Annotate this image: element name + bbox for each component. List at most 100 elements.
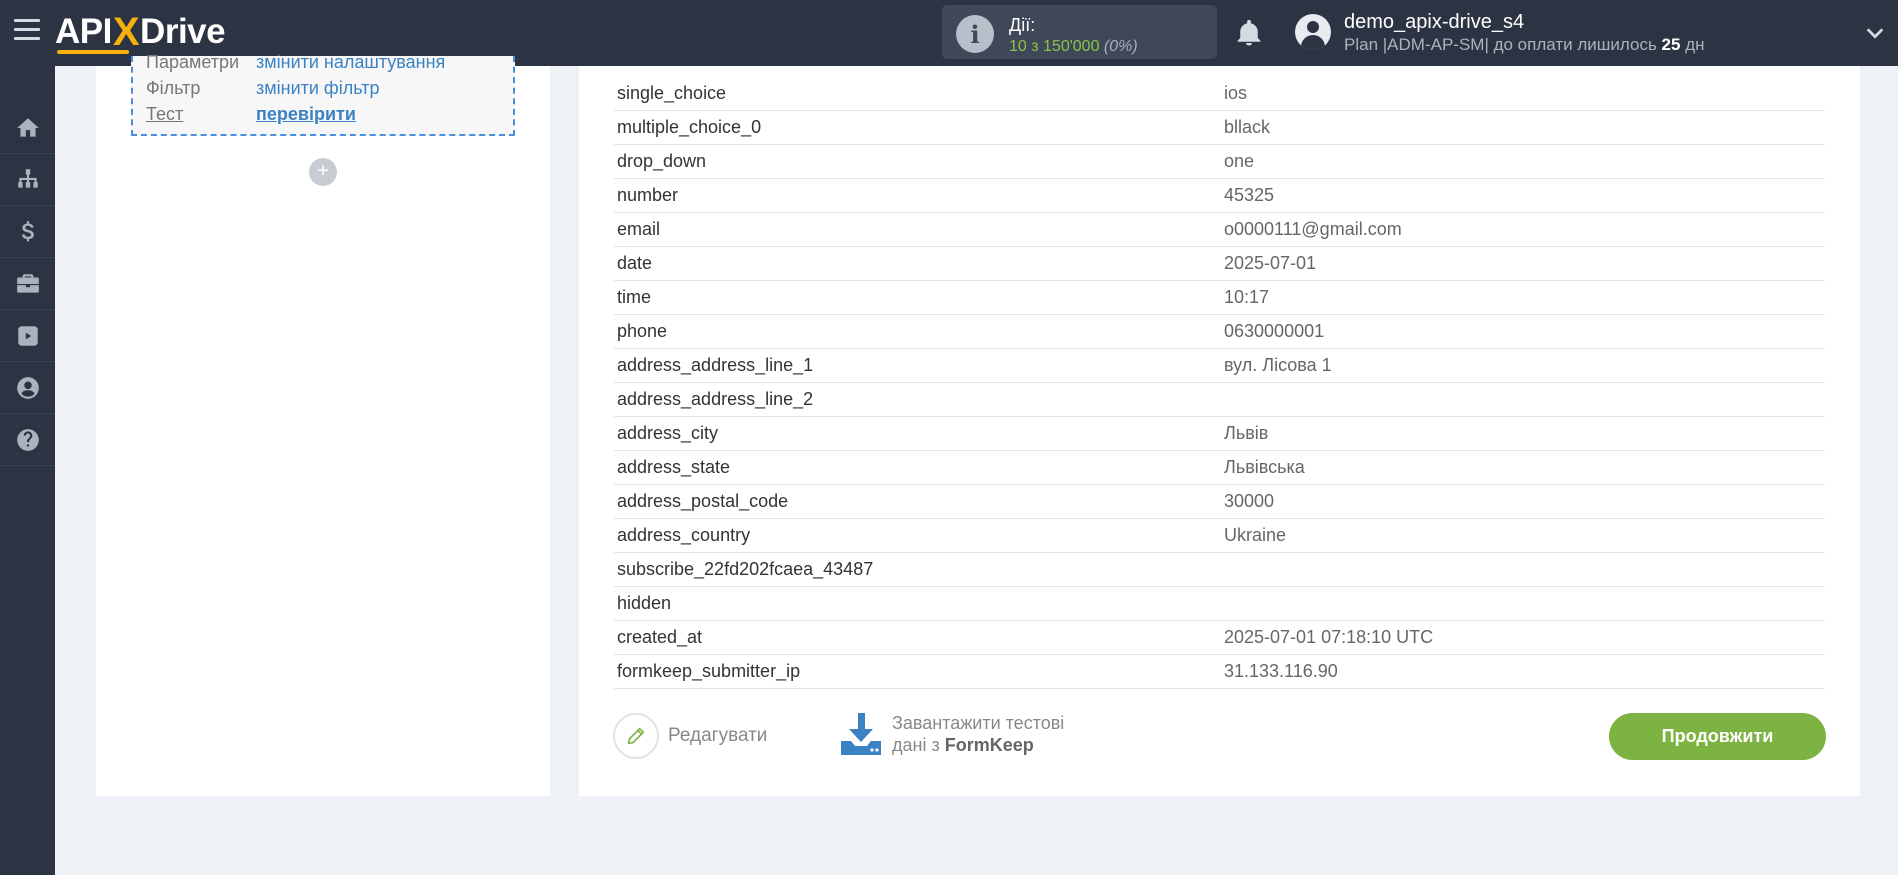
dollar-icon: [21, 220, 34, 241]
field-value: bllack: [1224, 117, 1271, 137]
actions-count: 10 з 150'000 (0%): [1009, 38, 1138, 56]
actions-count-value: 10 з 150'000: [1009, 38, 1100, 55]
field-name: phone: [617, 321, 668, 341]
field-value: 45325: [1224, 185, 1275, 205]
user-plan: Plan |ADM-AP-SM| до оплати лишилось 25 д…: [1344, 35, 1705, 55]
download-icon: [841, 713, 881, 755]
sitemap-icon: [17, 168, 38, 188]
sidebar-item-billing[interactable]: [0, 206, 55, 258]
info-icon: i: [956, 15, 994, 53]
avatar[interactable]: [1295, 14, 1331, 50]
plan-days: 25: [1661, 35, 1681, 54]
field-name: number: [617, 185, 679, 205]
field-name: subscribe_22fd202fcaea_43487: [617, 559, 874, 579]
test-label: Тест: [146, 104, 184, 124]
table-row: address_address_line_2: [614, 383, 1825, 417]
field-name: address_city: [617, 423, 719, 443]
actions-label: Дії:: [1009, 15, 1036, 35]
briefcase-icon: [16, 273, 39, 293]
pencil-icon: [627, 727, 645, 745]
field-name: single_choice: [617, 83, 727, 103]
sidebar-item-help[interactable]: [0, 414, 55, 466]
config-panel: Параметри змінити налаштування Фільтр зм…: [96, 52, 550, 796]
field-name: address_address_line_2: [617, 389, 814, 409]
field-value: ios: [1224, 83, 1248, 103]
table-row: address_state Львівська: [614, 451, 1825, 485]
logo-drive: Drive: [140, 12, 226, 51]
logo[interactable]: API X Drive: [55, 9, 226, 54]
table-row: single_choice ios: [614, 77, 1825, 111]
help-icon: [16, 428, 39, 451]
test-link[interactable]: перевірити: [256, 104, 356, 125]
params-link[interactable]: змінити налаштування: [256, 52, 445, 73]
plan-suffix: дн: [1680, 35, 1705, 54]
load-text: Завантажити тестові дані з FormKeep: [892, 712, 1064, 756]
table-row: hidden: [614, 587, 1825, 621]
field-value: 0630000001: [1224, 321, 1325, 341]
user-name[interactable]: demo_apix-drive_s4: [1344, 11, 1524, 34]
table-row: date 2025-07-01: [614, 247, 1825, 281]
menu-icon[interactable]: [14, 19, 40, 43]
sidebar-item-home[interactable]: [0, 102, 55, 154]
table-row: number 45325: [614, 179, 1825, 213]
sidebar-item-business[interactable]: [0, 258, 55, 310]
field-name: drop_down: [617, 151, 707, 171]
test-data-panel: single_choice ios multiple_choice_0 bllack d…: [579, 66, 1860, 796]
field-value: 31.133.116.90: [1224, 661, 1338, 681]
logo-x: X: [112, 9, 140, 54]
filter-label: Фільтр: [146, 78, 201, 98]
sidebar: [0, 66, 55, 875]
field-name: formkeep_submitter_ip: [617, 661, 801, 681]
edit-label: Редагувати: [668, 725, 768, 746]
load-line2: дані з FormKeep: [892, 734, 1064, 756]
table-row: created_at 2025-07-01 07:18:10 UTC: [614, 621, 1825, 655]
home-icon: [16, 117, 39, 137]
field-value: 2025-07-01: [1224, 253, 1317, 273]
field-name: date: [617, 253, 653, 273]
table-row: subscribe_22fd202fcaea_43487: [614, 553, 1825, 587]
edit-button[interactable]: Редагувати: [613, 713, 767, 759]
field-name: hidden: [617, 593, 672, 613]
actions-counter[interactable]: i Дії: 10 з 150'000 (0%): [942, 5, 1217, 59]
youtube-icon: [17, 325, 38, 346]
sidebar-item-account[interactable]: [0, 362, 55, 414]
edit-circle[interactable]: [613, 713, 659, 759]
field-name: time: [617, 287, 652, 307]
table-row: time 10:17: [614, 281, 1825, 315]
filter-link[interactable]: змінити фільтр: [256, 78, 379, 99]
user-icon: [16, 376, 39, 399]
field-value: o0000111@gmail.com: [1224, 219, 1402, 239]
field-name: address_country: [617, 525, 751, 545]
sidebar-item-video[interactable]: [0, 310, 55, 362]
field-name: multiple_choice_0: [617, 117, 762, 137]
logo-swoosh: [57, 50, 129, 54]
field-value: 10:17: [1224, 287, 1270, 307]
table-row: email o0000111@gmail.com: [614, 213, 1825, 247]
continue-button[interactable]: Продовжити: [1609, 713, 1826, 760]
table-row: address_city Львів: [614, 417, 1825, 451]
load-line2-prefix: дані з: [892, 735, 945, 755]
field-value: вул. Лісова 1: [1224, 355, 1332, 375]
table-row: address_country Ukraine: [614, 519, 1825, 553]
logo-api: API: [55, 12, 112, 51]
field-value: Львівська: [1224, 457, 1305, 477]
load-source: FormKeep: [944, 735, 1034, 755]
chevron-down-icon[interactable]: [1864, 22, 1886, 44]
params-label: Параметри: [146, 52, 240, 72]
field-name: email: [617, 219, 661, 239]
plan-prefix: Plan |ADM-AP-SM| до оплати лишилось: [1344, 35, 1662, 54]
data-table: single_choice ios multiple_choice_0 bllack d…: [614, 77, 1825, 689]
table-row: address_postal_code 30000: [614, 485, 1825, 519]
field-value: one: [1224, 151, 1255, 171]
load-line1: Завантажити тестові: [892, 713, 1065, 733]
field-name: address_address_line_1: [617, 355, 814, 375]
table-row: phone 0630000001: [614, 315, 1825, 349]
table-row: formkeep_submitter_ip 31.133.116.90: [614, 655, 1825, 689]
load-test-data-button[interactable]: Завантажити тестові дані з FormKeep: [838, 711, 1064, 757]
bell-icon[interactable]: [1234, 17, 1264, 49]
actions-percent: (0%): [1103, 38, 1138, 55]
add-step-button[interactable]: +: [309, 158, 337, 186]
table-row: multiple_choice_0 bllack: [614, 111, 1825, 145]
sidebar-item-connections[interactable]: [0, 154, 55, 206]
table-row: drop_down one: [614, 145, 1825, 179]
